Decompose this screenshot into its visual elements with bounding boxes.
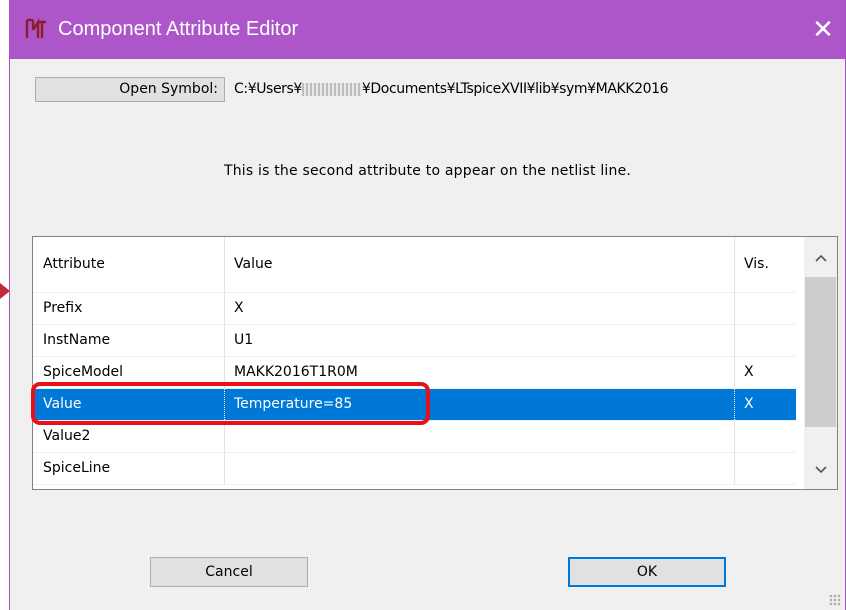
table-row[interactable]: Value2: [33, 420, 796, 452]
attribute-description: This is the second attribute to appear o…: [223, 163, 632, 179]
cell-attribute: SpiceModel: [33, 357, 225, 388]
chevron-up-icon[interactable]: [804, 239, 837, 275]
cell-value[interactable]: Temperature=85: [225, 389, 735, 420]
open-symbol-button[interactable]: Open Symbol:: [35, 77, 225, 102]
cell-attribute: SpiceLine: [33, 453, 225, 484]
symbol-path-suffix: ¥Documents¥LTspiceXVII¥lib¥sym¥MAKK2016: [361, 81, 669, 97]
cell-vis: [735, 421, 796, 452]
cell-value: [225, 453, 735, 484]
redacted-username: [301, 82, 362, 96]
table-row[interactable]: SpiceLine: [33, 452, 796, 484]
chevron-down-icon[interactable]: [804, 451, 837, 487]
table-row[interactable]: Prefix X: [33, 292, 796, 324]
cell-vis: [735, 325, 796, 356]
symbol-path-prefix: C:¥Users¥: [234, 81, 302, 97]
cell-value: U1: [225, 325, 735, 356]
table-row-selected[interactable]: Value Temperature=85 X: [33, 388, 796, 420]
cell-attribute: Value: [33, 389, 225, 420]
table-header: Attribute Value Vis.: [33, 237, 796, 292]
header-attribute[interactable]: Attribute: [33, 237, 225, 292]
resize-grip[interactable]: [829, 594, 841, 606]
cell-attribute: Prefix: [33, 293, 225, 324]
cell-vis: [735, 293, 796, 324]
header-vis[interactable]: Vis.: [735, 237, 796, 292]
cell-vis: [735, 453, 796, 484]
window-title: Component Attribute Editor: [58, 18, 299, 40]
cell-value: MAKK2016T1R0M: [225, 357, 735, 388]
attribute-table[interactable]: Attribute Value Vis. Prefix X InstName U…: [32, 236, 838, 490]
table-rows: Prefix X InstName U1 SpiceModel MAKK2016…: [33, 292, 796, 489]
cell-value: [225, 421, 735, 452]
table-row[interactable]: SpiceModel MAKK2016T1R0M X: [33, 356, 796, 388]
cell-vis: X: [744, 364, 754, 380]
cancel-button[interactable]: Cancel: [150, 557, 308, 587]
table-row-partial[interactable]: [33, 484, 796, 489]
cell-vis: X: [744, 396, 754, 412]
cell-attribute: Value2: [33, 421, 225, 452]
symbol-path: C:¥Users¥ ¥Documents¥LTspiceXVII¥lib¥sym¥…: [234, 79, 669, 99]
component-attribute-editor-dialog: Component Attribute Editor ✕ Open Symbol…: [9, 0, 846, 610]
cell-value: X: [225, 293, 735, 324]
ok-button[interactable]: OK: [568, 557, 726, 587]
title-bar[interactable]: Component Attribute Editor ✕: [10, 0, 845, 59]
ltspice-icon: [25, 17, 46, 38]
scroll-thumb[interactable]: [805, 277, 836, 427]
vertical-scrollbar[interactable]: [804, 237, 837, 489]
header-value[interactable]: Value: [225, 237, 735, 292]
cell-attribute: InstName: [33, 325, 225, 356]
close-icon[interactable]: ✕: [801, 0, 845, 59]
table-row[interactable]: InstName U1: [33, 324, 796, 356]
